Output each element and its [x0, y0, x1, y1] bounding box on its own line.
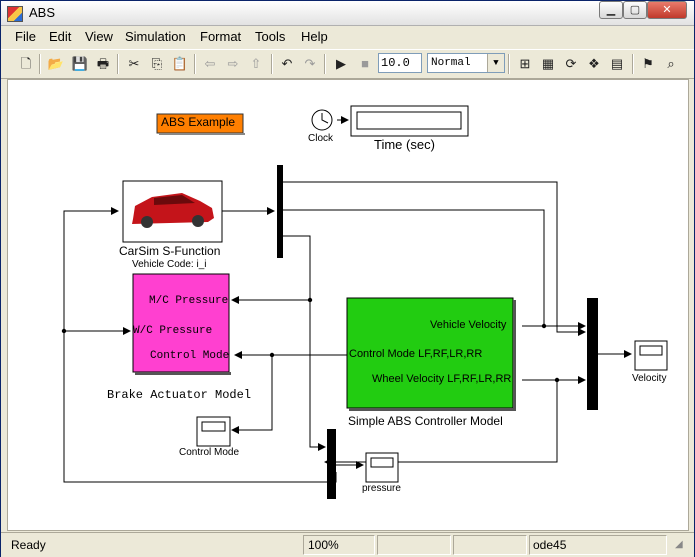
redo-icon[interactable]: ↷	[301, 55, 319, 73]
time-display-label: Time (sec)	[374, 137, 435, 152]
zoom-icon[interactable]: ⌕	[662, 55, 680, 73]
up-icon[interactable]: ⇧	[247, 55, 265, 73]
simulation-mode-value: Normal	[431, 57, 471, 69]
cut-icon[interactable]: ✂	[125, 55, 143, 73]
menu-edit[interactable]: Edit	[49, 29, 71, 44]
close-button[interactable]: ✕	[647, 1, 687, 19]
abs-port-control-mode: Control Mode LF,RF,LR,RR	[349, 348, 483, 360]
model-explorer-icon[interactable]: ▤	[608, 55, 626, 73]
undo-icon[interactable]: ↶	[278, 55, 296, 73]
save-icon[interactable]: 💾	[71, 55, 89, 73]
minimize-button[interactable]: ▁	[599, 1, 623, 19]
abs-example-text: ABS Example	[161, 115, 236, 129]
solver-name: ode45	[533, 538, 567, 552]
brake-port-wc-pressure: W/C Pressure	[133, 325, 213, 337]
velocity-scope-label: Velocity	[632, 373, 667, 384]
library-browser-icon[interactable]: ❖	[585, 55, 603, 73]
brake-actuator-title: Brake Actuator Model	[107, 388, 252, 402]
simulation-mode-select[interactable]: Normal ▼	[427, 53, 505, 73]
demux-bar[interactable]	[277, 165, 283, 258]
stop-icon[interactable]: ■	[356, 55, 374, 73]
new-file-icon[interactable]: 🗋	[17, 55, 35, 73]
abs-port-wheel-velocity: Wheel Velocity LF,RF,LR,RR	[372, 373, 512, 385]
control-mode-scope-label: Control Mode	[179, 447, 240, 458]
clock-label: Clock	[308, 133, 334, 144]
resize-grip-icon[interactable]: ◢	[675, 537, 683, 553]
menu-file[interactable]: File	[15, 29, 36, 44]
pressure-mux-bar[interactable]	[327, 429, 336, 499]
title-bar[interactable]: ABS ▁ ▢ ✕	[1, 1, 694, 26]
velocity-mux-bar[interactable]	[587, 298, 598, 410]
menu-format[interactable]: Format	[200, 29, 241, 44]
forward-icon[interactable]: ⇨	[224, 55, 242, 73]
build-icon[interactable]: ⊞	[516, 55, 534, 73]
status-bar: Ready 100% ode45 ◢	[1, 532, 694, 557]
carsim-vehicle-code: Vehicle Code: i_i	[132, 259, 207, 270]
stop-time-input[interactable]: 10.0	[378, 53, 422, 73]
menu-bar: File Edit View Simulation Format Tools H…	[1, 26, 694, 48]
status-box-empty-1	[377, 535, 451, 555]
toolbar: 🗋 📂 💾 🖶 ✂ ⎘ 📋 ⇦ ⇨ ⇧ ↶ ↷ ▶ ■ ⊞ ▦ ⟳ ❖ ▤ ⚑ …	[1, 49, 694, 79]
brake-port-control-mode: Control Mode	[150, 350, 230, 362]
carsim-title: CarSim S-Function	[119, 244, 221, 258]
chevron-down-icon[interactable]: ▼	[487, 54, 504, 72]
window-title: ABS	[29, 5, 56, 20]
print-icon[interactable]: 🖶	[94, 55, 112, 73]
copy-icon[interactable]: ⎘	[148, 55, 166, 73]
update-diagram-icon[interactable]: ▦	[539, 55, 557, 73]
menu-simulation[interactable]: Simulation	[125, 29, 186, 44]
zoom-level: 100%	[308, 538, 339, 552]
menu-view[interactable]: View	[85, 29, 113, 44]
paste-icon[interactable]: 📋	[171, 55, 189, 73]
open-folder-icon[interactable]: 📂	[47, 55, 65, 73]
abs-port-vehicle-velocity: Vehicle Velocity	[430, 319, 507, 331]
refresh-icon[interactable]: ⟳	[562, 55, 580, 73]
maximize-button[interactable]: ▢	[623, 1, 647, 19]
brake-port-mc-pressure: M/C Pressure	[149, 295, 229, 307]
status-box-empty-2	[453, 535, 527, 555]
menu-tools[interactable]: Tools	[255, 29, 285, 44]
menu-help[interactable]: Help	[301, 29, 328, 44]
debugger-icon[interactable]: ⚑	[639, 55, 657, 73]
status-text: Ready	[11, 538, 46, 552]
app-window: ABS ▁ ▢ ✕ File Edit View Simulation Form…	[0, 0, 695, 557]
abs-controller-title: Simple ABS Controller Model	[348, 414, 503, 428]
app-icon	[7, 6, 23, 22]
run-icon[interactable]: ▶	[332, 55, 350, 73]
model-canvas[interactable]	[7, 79, 689, 531]
block-diagram	[61, 105, 668, 499]
back-icon[interactable]: ⇦	[201, 55, 219, 73]
pressure-scope-label: pressure	[362, 483, 401, 494]
